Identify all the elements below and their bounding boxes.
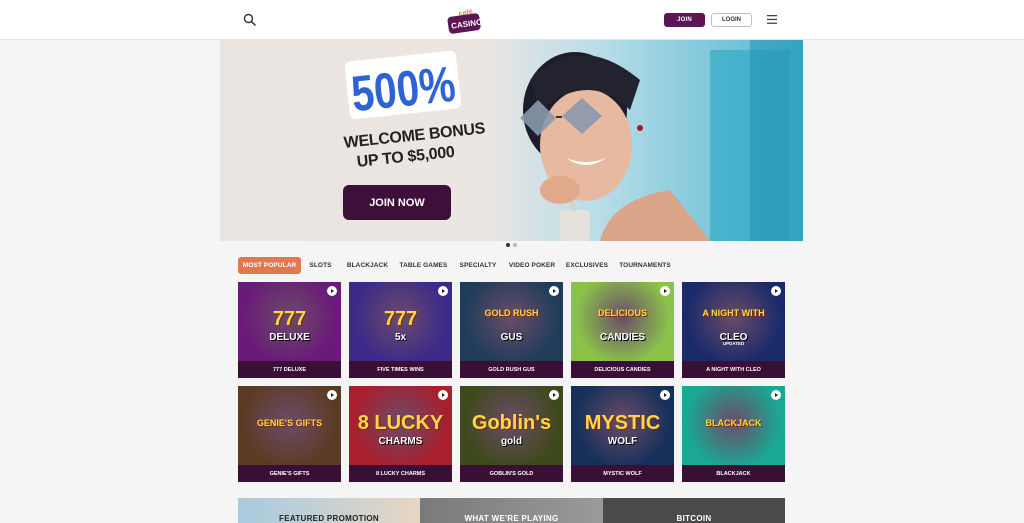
game-tile[interactable]: 777 5x FIVE TIMES WINS bbox=[349, 282, 452, 378]
play-icon[interactable] bbox=[327, 286, 337, 296]
tab-exclusives[interactable]: EXCLUSIVES bbox=[565, 257, 609, 274]
game-tile[interactable]: GOLD RUSH GUS GOLD RUSH GUS bbox=[460, 282, 563, 378]
game-thumbnail: GENIE'S GIFTS bbox=[238, 386, 341, 465]
game-tile[interactable]: 777 DELUXE 777 DELUXE bbox=[238, 282, 341, 378]
search-icon[interactable] bbox=[243, 13, 257, 27]
game-title: 8 LUCKY CHARMS bbox=[375, 470, 426, 477]
tab-slots[interactable]: SLOTS bbox=[307, 257, 334, 274]
tab-tournaments[interactable]: TOURNAMENTS bbox=[619, 257, 670, 274]
game-thumbnail: 777 DELUXE bbox=[238, 282, 341, 361]
game-tile[interactable]: A NIGHT WITH CLEO UPDATED A NIGHT WITH CLEO bbox=[682, 282, 785, 378]
game-tile[interactable]: 8 LUCKY CHARMS 8 LUCKY CHARMS bbox=[349, 386, 452, 482]
play-icon[interactable] bbox=[660, 286, 670, 296]
game-tile[interactable]: GENIE'S GIFTS GENIE'S GIFTS bbox=[238, 386, 341, 482]
join-button[interactable]: JOIN bbox=[664, 13, 705, 27]
game-title: GOBLIN'S GOLD bbox=[489, 470, 534, 477]
play-icon[interactable] bbox=[549, 390, 559, 400]
play-icon[interactable] bbox=[438, 286, 448, 296]
promo-featured-promotion[interactable]: FEATURED PROMOTION bbox=[238, 498, 420, 523]
game-art-title: Goblin's bbox=[471, 412, 552, 434]
game-art-title: DELICIOUS bbox=[597, 308, 647, 318]
game-art-subtitle: CANDIES bbox=[599, 332, 645, 343]
game-art-title: GOLD RUSH bbox=[484, 308, 539, 318]
game-thumbnail: 8 LUCKY CHARMS bbox=[349, 386, 452, 465]
game-title: GENIE'S GIFTS bbox=[269, 470, 310, 477]
game-art-subtitle: CHARMS bbox=[378, 436, 423, 447]
hero-bonus-percent: 500% bbox=[344, 50, 462, 122]
tab-blackjack[interactable]: BLACKJACK bbox=[346, 257, 389, 274]
svg-text:500%: 500% bbox=[349, 56, 458, 122]
game-art-subtitle: WOLF bbox=[607, 436, 638, 447]
game-art-subtitle: 5x bbox=[394, 332, 407, 343]
game-thumbnail: MYSTIC WOLF bbox=[571, 386, 674, 465]
game-title: DELICIOUS CANDIES bbox=[594, 366, 651, 373]
updated-badge: UPDATED bbox=[722, 341, 745, 346]
play-icon[interactable] bbox=[549, 286, 559, 296]
play-icon[interactable] bbox=[771, 286, 781, 296]
game-thumbnail: 777 5x bbox=[349, 282, 452, 361]
game-title: MYSTIC WOLF bbox=[603, 470, 642, 477]
game-title: 777 DELUXE bbox=[272, 366, 306, 373]
game-title: FIVE TIMES WINS bbox=[377, 366, 424, 373]
play-icon[interactable] bbox=[771, 390, 781, 400]
hamburger-menu-icon[interactable] bbox=[767, 15, 777, 24]
play-icon[interactable] bbox=[327, 390, 337, 400]
promo-label: BITCOIN bbox=[676, 514, 712, 523]
carousel-dot-active[interactable] bbox=[506, 243, 510, 247]
game-tile[interactable]: MYSTIC WOLF MYSTIC WOLF bbox=[571, 386, 674, 482]
game-thumbnail: DELICIOUS CANDIES bbox=[571, 282, 674, 361]
play-icon[interactable] bbox=[660, 390, 670, 400]
game-title: BLACKJACK bbox=[716, 470, 751, 477]
game-art-title: 8 LUCKY bbox=[357, 412, 444, 434]
cafe-casino-logo[interactable]: café CASINO bbox=[446, 5, 482, 34]
game-art-title: 777 bbox=[272, 308, 307, 330]
promo-label: WHAT WE'RE PLAYING bbox=[464, 514, 559, 523]
promo-label: FEATURED PROMOTION bbox=[279, 514, 379, 523]
site-header: café CASINO JOIN LOGIN bbox=[0, 0, 1024, 40]
game-art-subtitle: GUS bbox=[500, 332, 523, 343]
game-art-title: MYSTIC bbox=[584, 412, 661, 434]
login-button[interactable]: LOGIN bbox=[711, 13, 752, 27]
promo-bitcoin[interactable]: BITCOIN bbox=[603, 498, 785, 523]
game-thumbnail: GOLD RUSH GUS bbox=[460, 282, 563, 361]
game-art-title: GENIE'S GIFTS bbox=[256, 418, 323, 428]
game-tile[interactable]: BLACKJACK BLACKJACK bbox=[682, 386, 785, 482]
game-art-title: 777 bbox=[383, 308, 418, 330]
page: café CASINO JOIN LOGIN 500% WELCOME BONU… bbox=[0, 0, 1024, 523]
carousel-dot[interactable] bbox=[513, 243, 517, 247]
game-tile[interactable]: DELICIOUS CANDIES DELICIOUS CANDIES bbox=[571, 282, 674, 378]
tab-most-popular[interactable]: MOST POPULAR bbox=[238, 257, 301, 274]
game-thumbnail: Goblin's gold bbox=[460, 386, 563, 465]
tab-video-poker[interactable]: VIDEO POKER bbox=[509, 257, 555, 274]
play-icon[interactable] bbox=[438, 390, 448, 400]
game-thumbnail: BLACKJACK bbox=[682, 386, 785, 465]
tab-specialty[interactable]: SPECIALTY bbox=[458, 257, 498, 274]
game-art-title: BLACKJACK bbox=[705, 418, 762, 428]
game-title: A NIGHT WITH CLEO bbox=[706, 366, 761, 373]
game-art-title: A NIGHT WITH bbox=[702, 308, 765, 318]
game-title: GOLD RUSH GUS bbox=[488, 366, 535, 373]
promo-what-were-playing[interactable]: WHAT WE'RE PLAYING bbox=[420, 498, 603, 523]
game-tile[interactable]: Goblin's gold GOBLIN'S GOLD bbox=[460, 386, 563, 482]
game-art-subtitle: gold bbox=[500, 436, 523, 447]
hero-woman-image bbox=[520, 40, 803, 241]
hero-join-now-button[interactable]: JOIN NOW bbox=[343, 185, 451, 220]
game-thumbnail: A NIGHT WITH CLEO UPDATED bbox=[682, 282, 785, 361]
tab-table-games[interactable]: TABLE GAMES bbox=[400, 257, 448, 274]
game-art-subtitle: DELUXE bbox=[269, 332, 310, 343]
